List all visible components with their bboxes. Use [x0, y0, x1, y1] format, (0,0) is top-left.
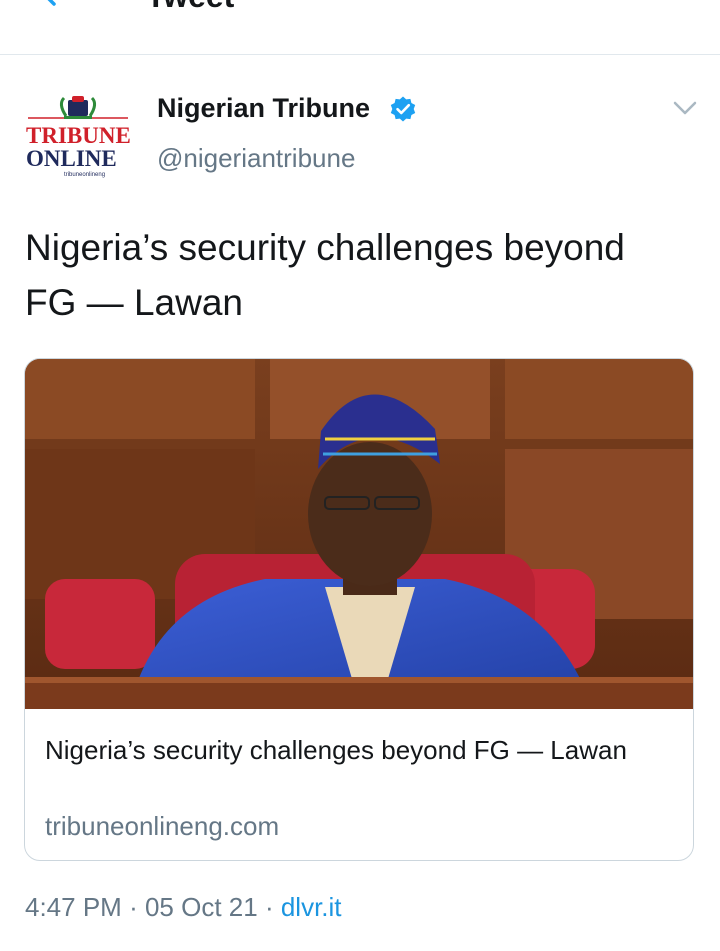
- card-image: [25, 359, 693, 709]
- tweet-time[interactable]: 4:47 PM: [25, 892, 122, 922]
- tweet-source[interactable]: dlvr.it: [281, 892, 342, 922]
- card-title[interactable]: Nigeria’s security challenges beyond FG …: [45, 731, 665, 770]
- svg-text:tribuneonlineng: tribuneonlineng: [64, 172, 105, 178]
- card-domain[interactable]: tribuneonlineng.com: [45, 811, 279, 842]
- tribune-logo: TRIBUNE ONLINE tribuneonlineng: [26, 96, 131, 178]
- chevron-down-icon[interactable]: [672, 99, 698, 117]
- meta-separator: ·: [264, 892, 274, 922]
- meta-separator: ·: [129, 892, 138, 922]
- app-header: Tweet: [0, 0, 720, 55]
- tweet-text: Nigeria’s security challenges beyond FG …: [25, 227, 625, 323]
- svg-text:ONLINE: ONLINE: [26, 146, 117, 171]
- avatar[interactable]: TRIBUNE ONLINE tribuneonlineng: [24, 90, 132, 182]
- svg-text:TRIBUNE: TRIBUNE: [26, 123, 131, 148]
- tweet-date[interactable]: 05 Oct 21: [145, 892, 258, 922]
- author-name[interactable]: Nigerian Tribune: [157, 93, 370, 124]
- arrow-left-icon[interactable]: [36, 0, 76, 14]
- page-title: Tweet: [146, 0, 234, 15]
- author-handle[interactable]: @nigeriantribune: [157, 143, 355, 174]
- link-card[interactable]: Nigeria’s security challenges beyond FG …: [24, 358, 694, 861]
- tweet-meta: 4:47 PM · 05 Oct 21 · dlvr.it: [25, 892, 342, 923]
- verified-badge-icon: [390, 96, 416, 122]
